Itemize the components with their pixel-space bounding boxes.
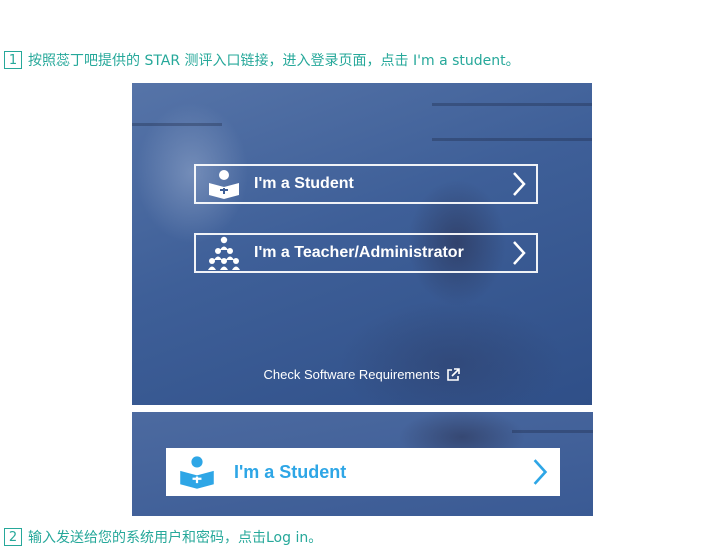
step-text: 按照蕊丁吧提供的 STAR 测评入口链接，进入登录页面，点击 I'm a stu… — [28, 53, 520, 69]
chevron-right-icon — [502, 235, 536, 271]
group-of-people-icon — [202, 235, 246, 271]
step-number: 1 — [4, 51, 22, 69]
teacher-administrator-role-button[interactable]: I'm a Teacher/Administrator — [194, 233, 538, 273]
background-shelf — [132, 123, 222, 126]
teacher-button-label: I'm a Teacher/Administrator — [254, 244, 464, 261]
step-1-instruction: 1 按照蕊丁吧提供的 STAR 测评入口链接，进入登录页面，点击 I'm a s… — [4, 50, 520, 70]
background-shelf — [432, 138, 592, 141]
step-text: 输入发送给您的系统用户和密码，点击Log in。 — [28, 530, 323, 546]
student-role-button-hovered[interactable]: I'm a Student — [166, 448, 560, 496]
requirements-link-label: Check Software Requirements — [263, 367, 440, 382]
background-shelf — [512, 430, 593, 433]
student-button-label: I'm a Student — [254, 175, 354, 192]
background-shelf — [432, 103, 592, 106]
external-link-icon — [447, 368, 461, 384]
check-software-requirements-link[interactable]: Check Software Requirements — [132, 367, 592, 384]
student-reading-icon — [202, 166, 246, 202]
chevron-right-icon — [520, 452, 560, 492]
step-2-instruction: 2 输入发送给您的系统用户和密码，点击Log in。 — [4, 527, 322, 547]
student-reading-icon — [174, 452, 220, 492]
student-role-button[interactable]: I'm a Student — [194, 164, 538, 204]
login-role-panel: I'm a Student I'm a Teacher/Administrato — [132, 83, 592, 405]
student-button-label: I'm a Student — [234, 461, 347, 482]
student-button-hover-panel: I'm a Student — [132, 412, 593, 516]
step-number: 2 — [4, 528, 22, 546]
chevron-right-icon — [502, 166, 536, 202]
